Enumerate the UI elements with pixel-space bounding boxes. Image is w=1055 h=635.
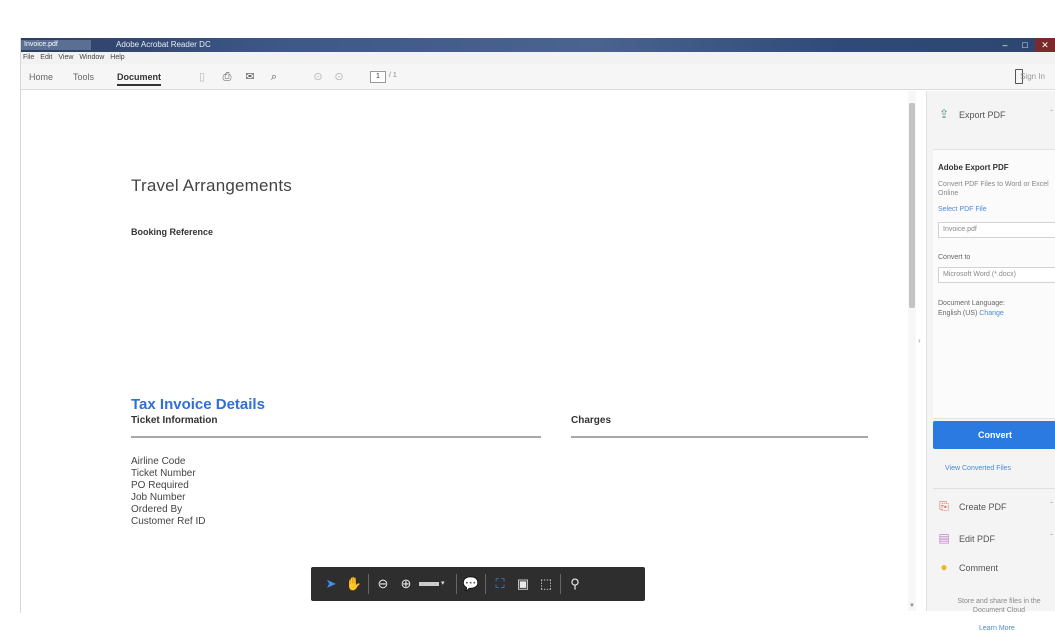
export-pdf-panel: Adobe Export PDF Convert PDF Files to Wo… <box>933 149 1055 419</box>
charges-divider <box>571 436 868 438</box>
save-icon[interactable]: ▯ <box>195 70 209 84</box>
tools-pane: ⇪ Export PDF ˆ Adobe Export PDF Convert … <box>926 91 1055 632</box>
next-page-icon[interactable]: ⊙ <box>332 70 346 84</box>
scrollbar-thumb[interactable] <box>909 103 915 308</box>
chevron-down-icon[interactable]: ˇ <box>1050 501 1053 510</box>
menu-file[interactable]: File <box>23 52 34 64</box>
page-total: / 1 <box>389 72 397 79</box>
convert-to-label: Convert to <box>938 254 971 261</box>
window-title: Adobe Acrobat Reader DC <box>116 40 211 49</box>
edit-pdf-icon: ▤ <box>938 531 950 545</box>
page-number-input[interactable]: 1 <box>370 71 386 83</box>
document-language-label: Document Language: <box>938 300 1005 307</box>
create-pdf-label: Create PDF <box>959 501 1007 512</box>
floating-toolbar: ➤ ✋ ⊖ ⊕ ▾ 💬 ⛶ ▣ ⬚ ⚲ <box>311 567 645 601</box>
export-pdf-icon: ⇪ <box>938 107 950 121</box>
toolbar-separator <box>368 574 369 594</box>
chevron-down-icon[interactable]: ˇ <box>1050 533 1053 542</box>
document-cloud-note: Store and share files in the Document Cl… <box>957 598 1041 614</box>
prev-page-icon[interactable]: ⊙ <box>311 70 325 84</box>
menu-view[interactable]: View <box>58 52 73 64</box>
convert-to-select[interactable]: Microsoft Word (*.docx) <box>938 267 1055 283</box>
learn-more-link[interactable]: Learn More <box>979 625 1015 632</box>
minimize-button[interactable]: – <box>995 38 1015 52</box>
pane-divider <box>933 488 1055 489</box>
tab-document[interactable]: Document <box>117 72 162 86</box>
maximize-button[interactable]: □ <box>1015 38 1035 52</box>
title-bar: Invoice.pdf Adobe Acrobat Reader DC – □ … <box>21 38 1055 52</box>
comment-tool[interactable]: ● Comment <box>937 560 998 575</box>
field-label: Customer Ref ID <box>131 516 206 527</box>
field-label: Ordered By <box>131 504 183 515</box>
language-value: English (US) <box>938 310 978 317</box>
print-icon[interactable]: ⎙ <box>220 70 234 84</box>
ticket-info-divider <box>131 436 541 438</box>
zoom-out-icon[interactable]: ⊖ <box>373 574 393 594</box>
comment-tool-icon[interactable]: 💬 <box>461 574 481 594</box>
field-label: Airline Code <box>131 456 186 467</box>
zoom-level-dropdown[interactable]: ▾ <box>419 577 451 591</box>
selected-file-field[interactable]: Invoice.pdf <box>938 222 1055 238</box>
tab-tools[interactable]: Tools <box>73 72 94 82</box>
email-icon[interactable]: ✉ <box>243 70 257 84</box>
acrobat-window: Invoice.pdf Adobe Acrobat Reader DC – □ … <box>20 38 1055 632</box>
app-root: Invoice.pdf Adobe Acrobat Reader DC – □ … <box>0 0 1055 635</box>
convert-button[interactable]: Convert <box>933 421 1055 449</box>
zoom-in-icon[interactable]: ⊕ <box>396 574 416 594</box>
change-language-link[interactable]: Change <box>979 310 1004 317</box>
search-icon[interactable]: ⌕ <box>267 70 281 84</box>
view-converted-files-link[interactable]: View Converted Files <box>945 465 1011 472</box>
booking-reference-label: Booking Reference <box>131 227 214 237</box>
toolbar-separator <box>456 574 457 594</box>
select-pdf-link[interactable]: Select PDF File <box>938 206 987 213</box>
charges-heading: Charges <box>571 415 612 426</box>
adobe-export-heading: Adobe Export PDF <box>938 163 1009 172</box>
menu-bar: File Edit View Window Help <box>21 52 1055 64</box>
adobe-export-description: Convert PDF Files to Word or Excel Onlin… <box>938 181 1049 197</box>
document-scrollbar[interactable]: ▼ <box>908 91 916 611</box>
field-label: PO Required <box>131 480 189 491</box>
close-button[interactable]: ✕ <box>1035 38 1055 52</box>
create-pdf-tool[interactable]: ⎘ Create PDF <box>937 499 1007 514</box>
sign-icon[interactable]: ⚲ <box>565 574 585 594</box>
toolbar-separator <box>485 574 486 594</box>
field-label: Ticket Number <box>131 468 196 479</box>
ticket-fields-list: Airline Code Ticket Number PO Required J… <box>131 456 205 528</box>
main-toolbar: Home Tools Document ▯ ⎙ ✉ ⌕ ⊙ ⊙ 1 / 1 Si… <box>21 64 1055 90</box>
select-tool-icon[interactable]: ➤ <box>321 574 341 594</box>
tab-home[interactable]: Home <box>29 72 53 82</box>
export-pdf-tool[interactable]: ⇪ Export PDF <box>937 107 1006 122</box>
field-label: Job Number <box>131 492 186 503</box>
fit-page-icon[interactable]: ⛶ <box>490 574 510 594</box>
document-language-value: English (US) Change <box>938 310 1004 317</box>
collapse-pane-icon[interactable]: › <box>918 336 921 345</box>
edit-pdf-tool[interactable]: ▤ Edit PDF <box>937 531 995 546</box>
menu-window[interactable]: Window <box>79 52 104 64</box>
fit-width-icon[interactable]: ▣ <box>513 574 533 594</box>
scroll-down-icon[interactable]: ▼ <box>908 603 916 609</box>
hand-tool-icon[interactable]: ✋ <box>344 574 364 594</box>
document-title: Travel Arrangements <box>131 176 292 195</box>
tax-invoice-heading: Tax Invoice Details <box>131 396 265 413</box>
full-screen-icon[interactable]: ⬚ <box>536 574 556 594</box>
export-pdf-label: Export PDF <box>959 109 1006 120</box>
menu-edit[interactable]: Edit <box>40 52 52 64</box>
document-view: Travel Arrangements Booking Reference Ta… <box>21 91 906 611</box>
title-file-badge: Invoice.pdf <box>21 40 91 50</box>
comment-label: Comment <box>959 562 999 573</box>
toolbar-separator <box>560 574 561 594</box>
edit-pdf-label: Edit PDF <box>959 533 996 544</box>
ticket-information-heading: Ticket Information <box>131 415 218 426</box>
create-pdf-icon: ⎘ <box>939 499 949 513</box>
menu-help[interactable]: Help <box>110 52 124 64</box>
comment-icon: ● <box>940 560 948 574</box>
chevron-up-icon[interactable]: ˆ <box>1050 109 1053 118</box>
sign-in-link[interactable]: Sign In <box>1020 72 1045 81</box>
window-controls: – □ ✕ <box>995 38 1055 52</box>
